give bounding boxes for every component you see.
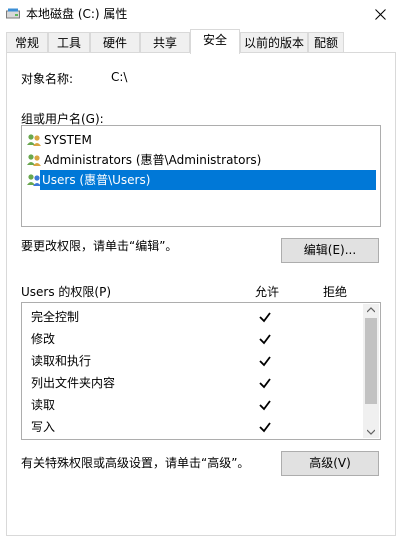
checkmark-icon [259,312,271,323]
users-group-icon [27,134,41,146]
scroll-thumb[interactable] [365,318,377,404]
user-name: Administrators (惠普\Administrators) [44,153,262,167]
list-item-system[interactable]: SYSTEM [26,130,92,150]
security-panel: 对象名称: C:\ 组或用户名(G): SYSTEM Administrator… [6,52,396,536]
tab-strip: 常规 工具 硬件 共享 安全 以前的版本 配额 [6,29,396,54]
checkmark-icon [259,422,271,433]
list-item-administrators[interactable]: Administrators (惠普\Administrators) [26,150,261,170]
edit-button[interactable]: 编辑(E)... [281,238,379,263]
object-name-value: C:\ [111,70,128,84]
user-name: Users (惠普\Users) [42,173,151,187]
tab-general[interactable]: 常规 [6,32,48,52]
allow-header: 允许 [255,285,280,299]
permissions-list[interactable]: 完全控制 修改 读取和执行 列出文件夹内容 读取 写入 [21,302,381,440]
tab-quota[interactable]: 配额 [308,32,344,52]
window-title: 本地磁盘 (C:) 属性 [26,7,128,21]
tab-previous-versions[interactable]: 以前的版本 [240,32,308,52]
close-button[interactable] [360,0,400,28]
permissions-scrollbar[interactable] [363,304,379,438]
checkmark-icon [259,378,271,389]
scroll-up-icon[interactable] [367,307,375,313]
object-name-label: 对象名称: [21,72,74,86]
permission-list-folder: 列出文件夹内容 [31,376,116,390]
change-permissions-hint: 要更改权限，请单击“编辑”。 [21,239,178,253]
tab-hardware[interactable]: 硬件 [90,32,140,52]
user-listbox[interactable]: SYSTEM Administrators (惠普\Administrators… [21,125,381,227]
tab-sharing[interactable]: 共享 [140,32,190,52]
permission-modify: 修改 [31,332,56,346]
advanced-hint: 有关特殊权限或高级设置，请单击“高级”。 [21,456,250,470]
advanced-button[interactable]: 高级(V) [281,451,379,476]
permission-read-execute: 读取和执行 [31,354,92,368]
permissions-header: Users 的权限(P) [21,285,112,299]
scroll-down-icon[interactable] [367,429,375,435]
drive-icon [6,8,20,19]
checkmark-icon [259,400,271,411]
permission-read: 读取 [31,398,56,412]
user-name: SYSTEM [44,133,92,147]
permission-full-control: 完全控制 [31,310,80,324]
tab-security[interactable]: 安全 [190,29,240,54]
title-bar: 本地磁盘 (C:) 属性 [0,0,400,28]
list-item-users[interactable]: Users (惠普\Users) [40,170,376,190]
close-icon [374,8,386,20]
deny-header: 拒绝 [323,285,348,299]
checkmark-icon [259,334,271,345]
checkmark-icon [259,356,271,367]
tab-tools[interactable]: 工具 [48,32,90,52]
permission-write: 写入 [31,420,56,434]
users-group-icon [27,154,41,166]
